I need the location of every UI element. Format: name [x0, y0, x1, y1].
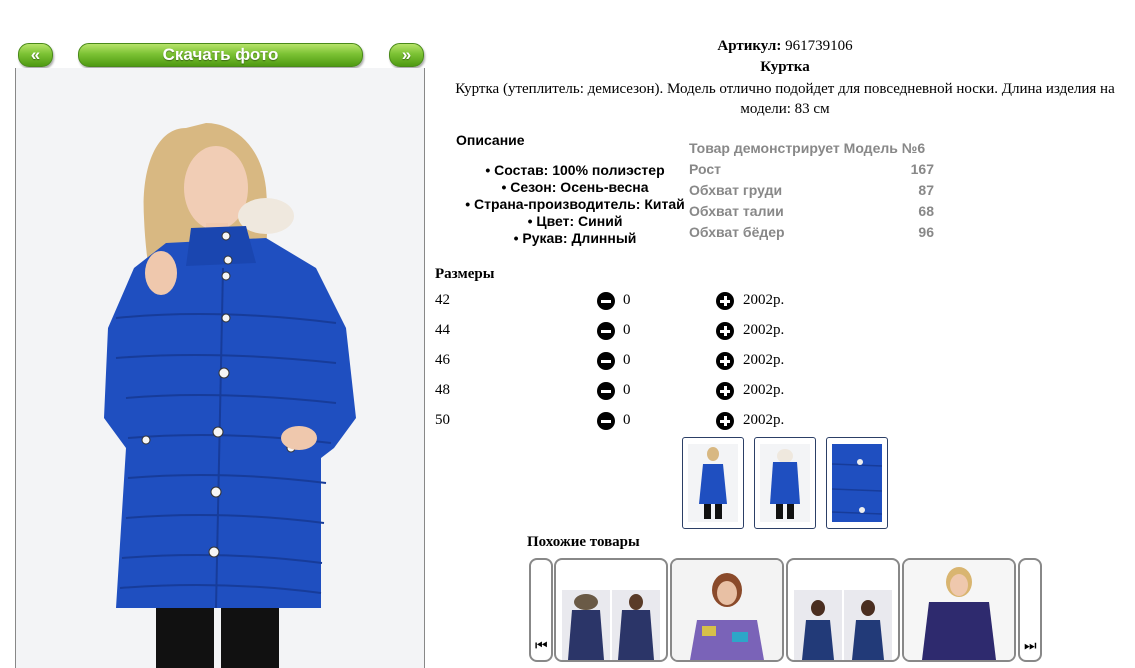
size-label: 44 — [435, 322, 450, 338]
size-label: 50 — [435, 412, 450, 428]
quantity-value: 0 — [623, 292, 631, 308]
similar-product-4[interactable] — [902, 558, 1016, 662]
minus-icon[interactable] — [597, 352, 615, 370]
sku-label: Артикул: — [717, 38, 782, 54]
skip-forward-icon: ⏭ — [1024, 638, 1037, 654]
spec-item: Сезон: Осень-весна — [450, 179, 700, 196]
spec-item: Страна-производитель: Китай — [450, 196, 700, 213]
product-description: Куртка (утеплитель: демисезон). Модель о… — [455, 81, 1115, 117]
quantity-value: 0 — [623, 322, 631, 338]
quantity-value: 0 — [623, 412, 631, 428]
plus-icon[interactable] — [716, 352, 734, 370]
similar-heading: Похожие товары — [527, 534, 640, 550]
plus-icon[interactable] — [716, 412, 734, 430]
model-row: Рост 167 — [689, 161, 934, 177]
model-row: Обхват талии 68 — [689, 203, 934, 219]
plus-icon[interactable] — [716, 322, 734, 340]
model-row: Обхват груди 87 — [689, 182, 934, 198]
thumbnail-back[interactable] — [754, 437, 816, 529]
plus-icon[interactable] — [716, 382, 734, 400]
similar-next-button[interactable]: ⏭ — [1018, 558, 1042, 662]
similar-prev-button[interactable]: ⏮ — [529, 558, 553, 662]
skip-back-icon: ⏮ — [535, 638, 548, 654]
minus-icon[interactable] — [597, 382, 615, 400]
quantity-value: 0 — [623, 382, 631, 398]
price-value: 2002р. — [743, 352, 785, 368]
price-value: 2002р. — [743, 412, 785, 428]
plus-icon[interactable] — [716, 292, 734, 310]
similar-product-2[interactable] — [670, 558, 784, 662]
price-value: 2002р. — [743, 382, 785, 398]
sizes-heading: Размеры — [435, 266, 495, 282]
main-product-photo — [15, 68, 425, 668]
specs-list: Состав: 100% полиэстер Сезон: Осень-весн… — [450, 162, 700, 247]
spec-item: Цвет: Синий — [450, 213, 700, 230]
spec-item: Состав: 100% полиэстер — [450, 162, 700, 179]
download-photo-button[interactable]: Скачать фото — [78, 43, 363, 67]
minus-icon[interactable] — [597, 412, 615, 430]
spec-item: Рукав: Длинный — [450, 230, 700, 247]
similar-product-1[interactable] — [554, 558, 668, 662]
model-info-table: Товар демонстрирует Модель №6 Рост 167 Об… — [689, 138, 934, 243]
quantity-value: 0 — [623, 352, 631, 368]
minus-icon[interactable] — [597, 322, 615, 340]
price-value: 2002р. — [743, 322, 785, 338]
sku-value: 961739106 — [785, 38, 853, 54]
thumbnail-front[interactable] — [682, 437, 744, 529]
model-row: Обхват бёдер 96 — [689, 224, 934, 240]
minus-icon[interactable] — [597, 292, 615, 310]
product-title: Куртка — [760, 59, 810, 75]
price-value: 2002р. — [743, 292, 785, 308]
specs-heading: Описание — [456, 132, 525, 148]
model-heading: Товар демонстрирует Модель №6 — [689, 140, 926, 156]
thumbnail-detail[interactable] — [826, 437, 888, 529]
sku-line: Артикул: 961739106 — [600, 38, 970, 55]
similar-product-3[interactable] — [786, 558, 900, 662]
size-label: 42 — [435, 292, 450, 308]
size-label: 48 — [435, 382, 450, 398]
prev-photo-button[interactable]: « — [18, 43, 53, 67]
next-photo-button[interactable]: » — [389, 43, 424, 67]
size-label: 46 — [435, 352, 450, 368]
